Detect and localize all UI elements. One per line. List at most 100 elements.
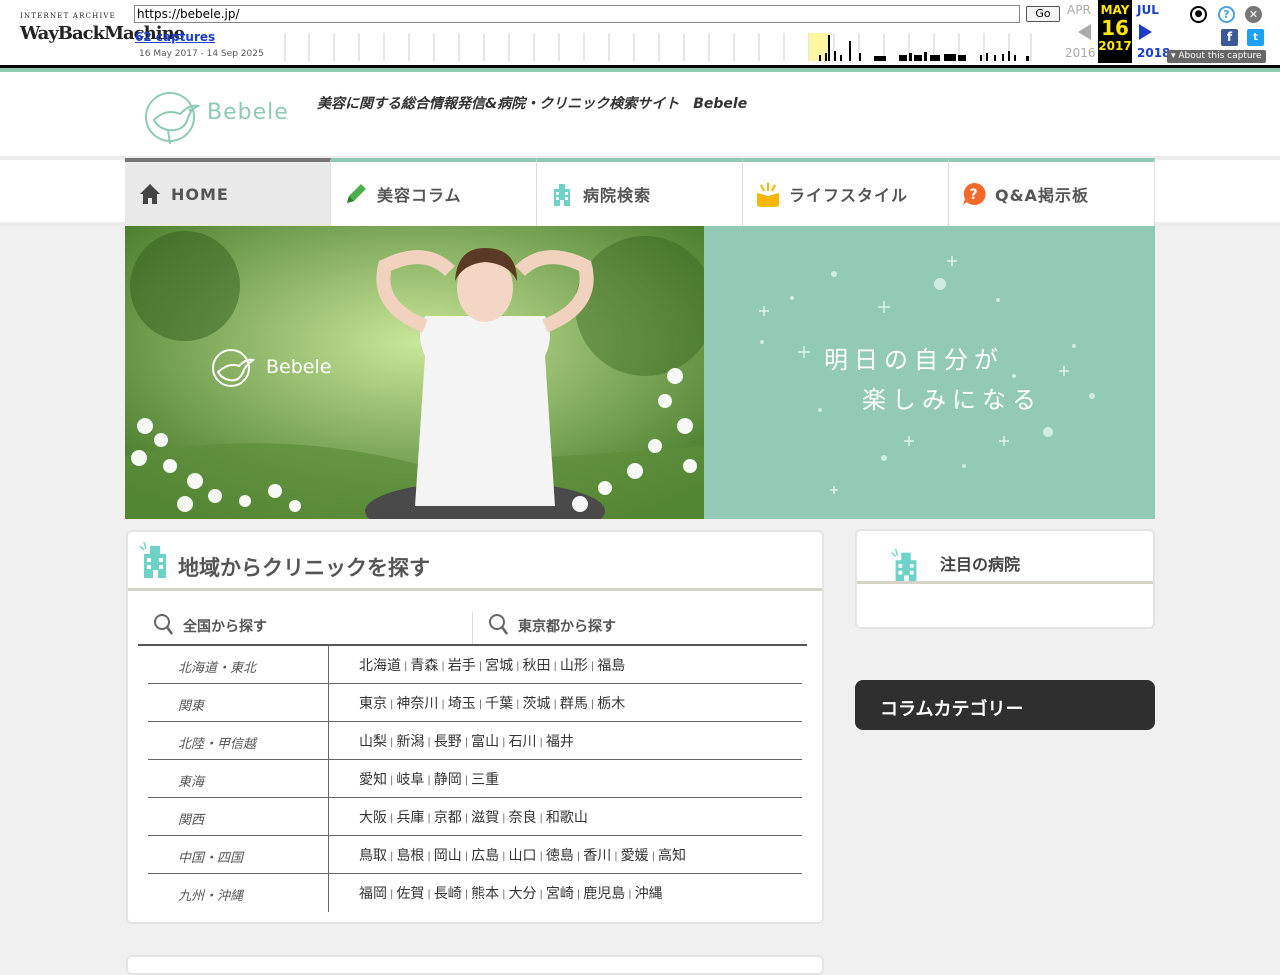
- nav-hospital-search[interactable]: 病院検索: [537, 158, 743, 226]
- wayback-next-arrow-icon[interactable]: [1139, 24, 1152, 40]
- prefecture-link[interactable]: 大分: [509, 886, 537, 902]
- wayback-current-month: MAY: [1100, 3, 1130, 17]
- prefecture-link[interactable]: 宮城: [485, 658, 513, 674]
- nav-lifestyle-label: ライフスタイル: [789, 186, 909, 205]
- prefecture-link[interactable]: 富山: [471, 734, 499, 750]
- wayback-url-input[interactable]: https://bebele.jp/: [134, 5, 1020, 23]
- prefecture-link[interactable]: 山形: [560, 658, 588, 674]
- prefecture-link[interactable]: 栃木: [597, 696, 625, 712]
- facebook-icon[interactable]: f: [1221, 29, 1238, 46]
- region-row: 中国・四国 鳥取 | 島根 | 岡山 | 広島 | 山口 | 徳島 | 香川 | 愛媛 | 高知: [148, 836, 802, 874]
- wayback-next-year[interactable]: 2018: [1137, 46, 1170, 60]
- nav-home[interactable]: HOME: [125, 158, 331, 226]
- prefecture-link[interactable]: 青森: [410, 658, 438, 674]
- site-logo-text[interactable]: Bebele: [207, 100, 289, 125]
- prefecture-link[interactable]: 神奈川: [396, 696, 438, 712]
- region-row: 九州・沖縄 福岡 | 佐賀 | 長崎 | 熊本 | 大分 | 宮崎 | 鹿児島 | 沖縄: [148, 874, 802, 912]
- prefecture-link[interactable]: 茨城: [523, 696, 551, 712]
- prefecture-link[interactable]: 愛媛: [621, 848, 649, 864]
- prefecture-link[interactable]: 滋賀: [471, 810, 499, 826]
- region-column-divider: [328, 646, 329, 912]
- wayback-current-day: 16: [1101, 16, 1129, 40]
- prefecture-list: 福岡 | 佐賀 | 長崎 | 熊本 | 大分 | 宮崎 | 鹿児島 | 沖縄: [359, 883, 663, 903]
- wayback-logo[interactable]: WayBackMachine: [20, 22, 185, 46]
- prefecture-link[interactable]: 埼玉: [448, 696, 476, 712]
- wayback-prev-arrow-icon[interactable]: [1078, 24, 1091, 40]
- prefecture-link[interactable]: 島根: [396, 848, 424, 864]
- prefecture-link[interactable]: 鳥取: [359, 848, 387, 864]
- featured-hospitals-title: 注目の病院: [940, 555, 1021, 574]
- wayback-capture-range: 16 May 2017 - 14 Sep 2025: [139, 49, 264, 59]
- prefecture-link[interactable]: 佐賀: [396, 886, 424, 902]
- prefecture-link[interactable]: 山口: [509, 848, 537, 864]
- nav-lifestyle[interactable]: ライフスタイル: [743, 158, 949, 226]
- wayback-go-button[interactable]: Go: [1026, 6, 1060, 22]
- separator: |: [539, 813, 543, 824]
- prefecture-link[interactable]: 高知: [658, 848, 686, 864]
- wayback-about-capture[interactable]: ▾ About this capture: [1167, 50, 1266, 63]
- prefecture-link[interactable]: 奈良: [509, 810, 537, 826]
- prefecture-link[interactable]: 長野: [434, 734, 462, 750]
- prefecture-link[interactable]: 群馬: [560, 696, 588, 712]
- prefecture-link[interactable]: 宮崎: [546, 886, 574, 902]
- region-name: 北陸・甲信越: [178, 737, 257, 752]
- prefecture-link[interactable]: 福島: [597, 658, 625, 674]
- prefecture-link[interactable]: 山梨: [359, 734, 387, 750]
- prefecture-link[interactable]: 三重: [471, 772, 499, 788]
- nav-beauty-column[interactable]: 美容コラム: [331, 158, 537, 226]
- prefecture-link[interactable]: 北海道: [359, 658, 401, 674]
- prefecture-link[interactable]: 香川: [583, 848, 611, 864]
- prefecture-link[interactable]: 福岡: [359, 886, 387, 902]
- prefecture-list: 東京 | 神奈川 | 埼玉 | 千葉 | 茨城 | 群馬 | 栃木: [359, 693, 625, 713]
- wayback-sparkline[interactable]: [284, 33, 1032, 61]
- prefecture-link[interactable]: 兵庫: [396, 810, 424, 826]
- search-icon: [154, 614, 174, 635]
- wayback-prev-month[interactable]: APR: [1067, 3, 1091, 17]
- prefecture-link[interactable]: 岡山: [434, 848, 462, 864]
- prefecture-link[interactable]: 徳島: [546, 848, 574, 864]
- wayback-logo-caption: INTERNET ARCHIVE: [20, 12, 116, 20]
- prefecture-link[interactable]: 福井: [546, 734, 574, 750]
- separator: |: [390, 889, 394, 900]
- title-underline: [857, 581, 1153, 584]
- home-icon: [140, 184, 160, 204]
- prefecture-link[interactable]: 秋田: [523, 658, 551, 674]
- prefecture-link[interactable]: 千葉: [485, 696, 513, 712]
- column-category-title: コラムカテゴリー: [880, 699, 1024, 720]
- prefecture-link[interactable]: 長崎: [434, 886, 462, 902]
- prefecture-link[interactable]: 大阪: [359, 810, 387, 826]
- separator: |: [590, 661, 595, 672]
- close-icon[interactable]: ✕: [1245, 6, 1262, 23]
- user-icon[interactable]: ●: [1190, 6, 1207, 23]
- twitter-icon[interactable]: t: [1247, 29, 1264, 46]
- hero-banner[interactable]: Bebele 明日の自分が 楽しみになる: [125, 226, 1155, 519]
- separator: |: [539, 889, 543, 900]
- nav-qa-board[interactable]: ? Q&A掲示板: [949, 158, 1155, 226]
- prefecture-link[interactable]: 静岡: [434, 772, 462, 788]
- help-icon[interactable]: ?: [1218, 6, 1235, 23]
- prefecture-link[interactable]: 愛知: [359, 772, 387, 788]
- tab-tokyo[interactable]: 東京都から探す: [518, 616, 616, 636]
- prefecture-link[interactable]: 新潟: [396, 734, 424, 750]
- prefecture-link[interactable]: 沖縄: [635, 886, 663, 902]
- separator: |: [502, 737, 506, 748]
- column-category-header[interactable]: コラムカテゴリー: [855, 680, 1155, 730]
- wayback-captures-link[interactable]: 62 captures: [135, 30, 215, 44]
- wayback-next-month[interactable]: JUL: [1137, 3, 1159, 17]
- separator: |: [516, 699, 520, 710]
- prefecture-link[interactable]: 東京: [359, 696, 387, 712]
- question-bubble-icon: ?: [963, 182, 986, 205]
- prefecture-link[interactable]: 岐阜: [396, 772, 424, 788]
- prefecture-link[interactable]: 広島: [471, 848, 499, 864]
- prefecture-link[interactable]: 熊本: [471, 886, 499, 902]
- prefecture-list: 鳥取 | 島根 | 岡山 | 広島 | 山口 | 徳島 | 香川 | 愛媛 | 高知: [359, 845, 686, 865]
- prefecture-link[interactable]: 和歌山: [546, 810, 588, 826]
- prefecture-link[interactable]: 岩手: [448, 658, 476, 674]
- bebele-bird-logo-icon[interactable]: [144, 90, 202, 148]
- tab-national[interactable]: 全国から探す: [183, 616, 267, 636]
- prefecture-list: 北海道 | 青森 | 岩手 | 宮城 | 秋田 | 山形 | 福島: [359, 655, 625, 675]
- prefecture-link[interactable]: 鹿児島: [583, 886, 625, 902]
- prefecture-link[interactable]: 京都: [434, 810, 462, 826]
- wayback-prev-year[interactable]: 2016: [1065, 46, 1096, 60]
- prefecture-link[interactable]: 石川: [509, 734, 537, 750]
